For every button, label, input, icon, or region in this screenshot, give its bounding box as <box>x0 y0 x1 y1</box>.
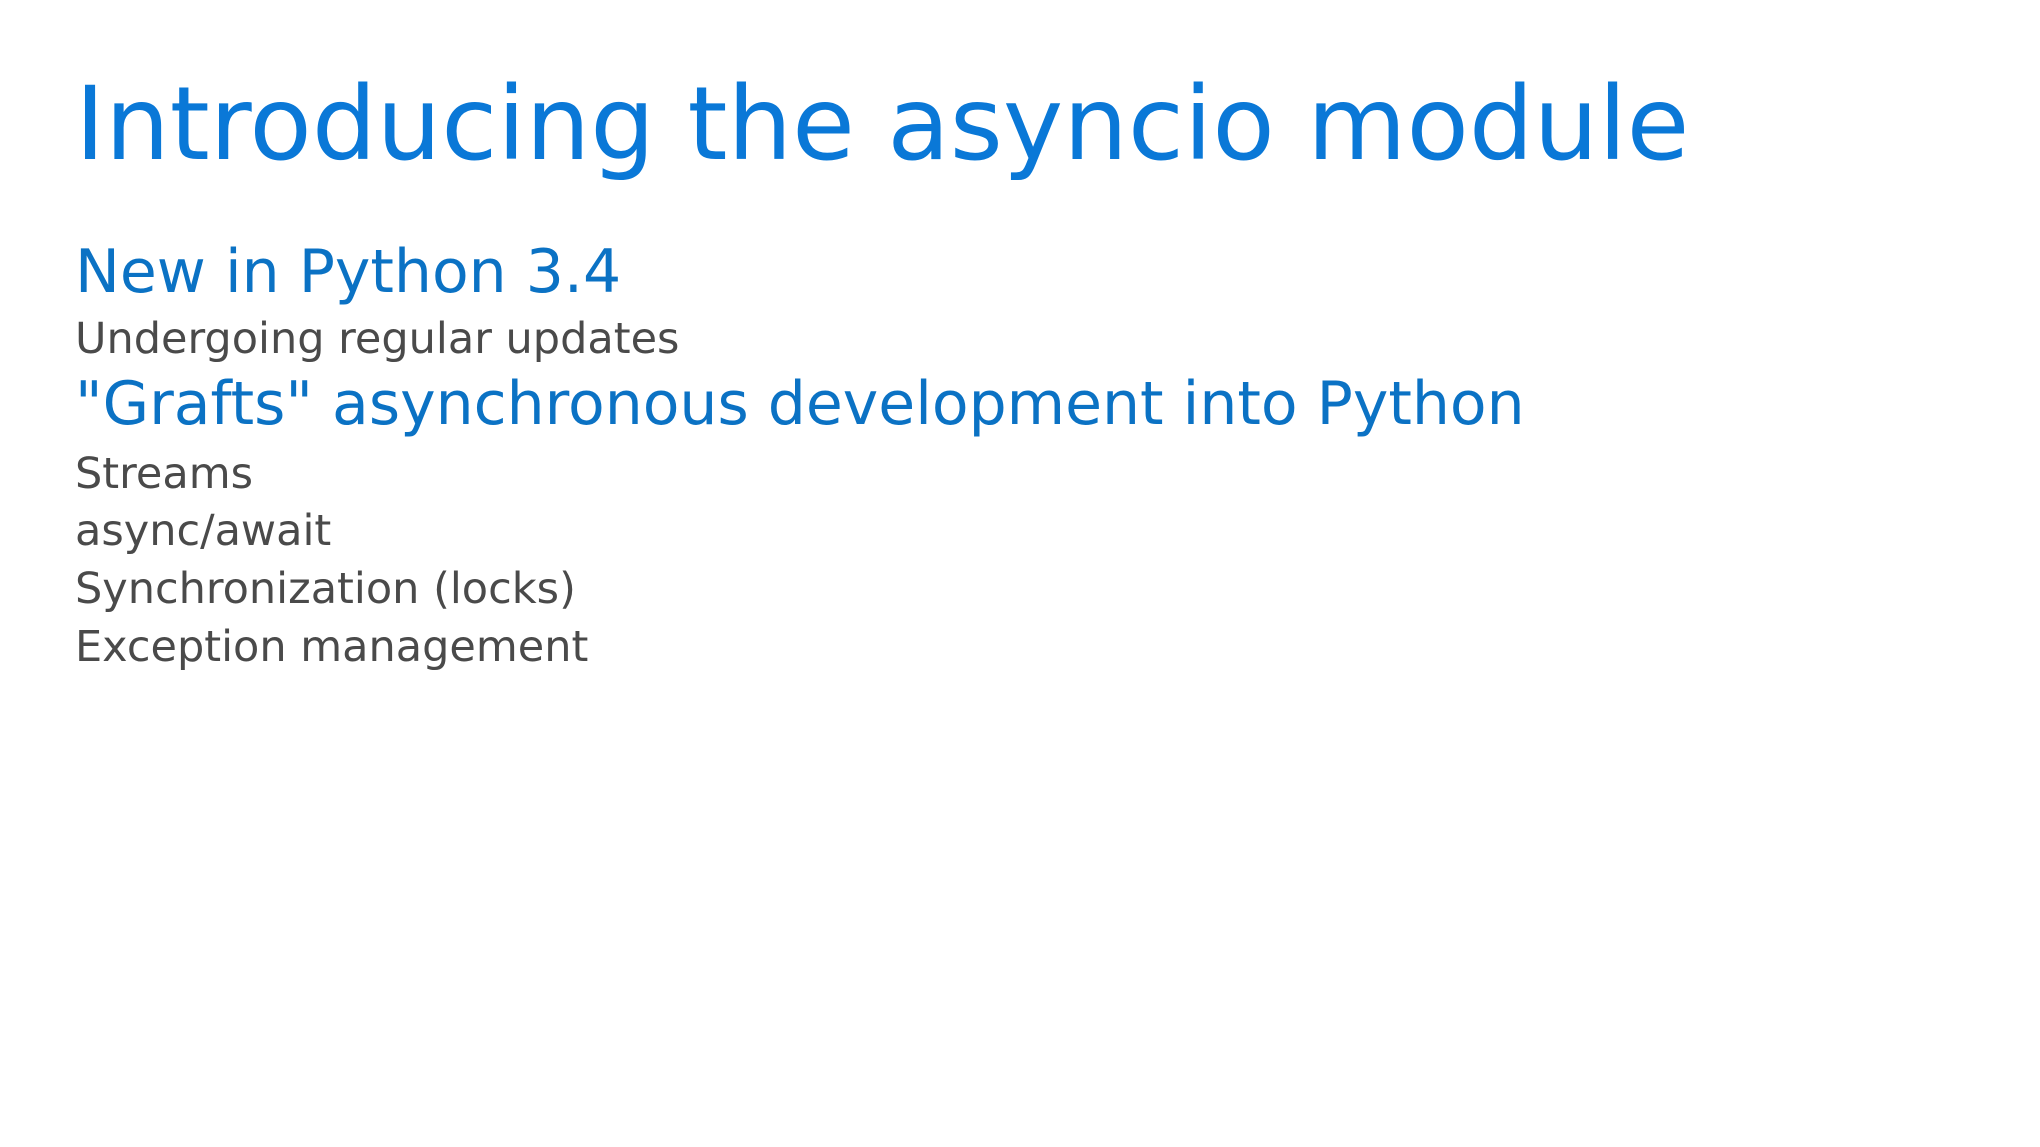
section-heading-grafts: "Grafts" asynchronous development into P… <box>75 369 1525 439</box>
bullet-streams: Streams <box>75 449 253 499</box>
section-heading-python-version: New in Python 3.4 <box>75 237 622 307</box>
bullet-exception-management: Exception management <box>75 622 589 672</box>
bullet-regular-updates: Undergoing regular updates <box>75 314 680 364</box>
bullet-async-await: async/await <box>75 506 332 556</box>
slide-title: Introducing the asyncio module <box>75 65 1690 184</box>
bullet-synchronization: Synchronization (locks) <box>75 564 576 614</box>
slide: Introducing the asyncio module New in Py… <box>0 0 2040 1147</box>
